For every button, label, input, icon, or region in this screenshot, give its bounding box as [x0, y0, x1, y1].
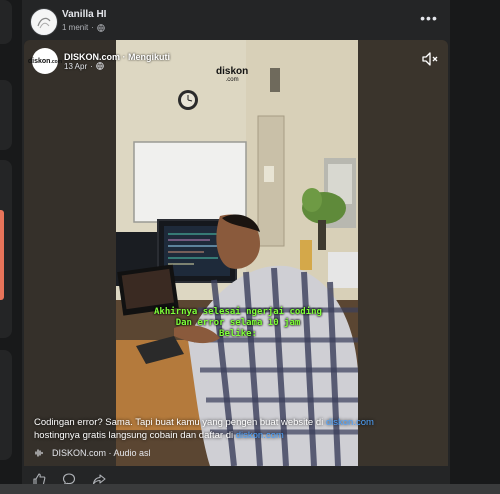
page-name[interactable]: DISKON.com · Mengikuti	[64, 52, 170, 62]
post-time[interactable]: 1 menit	[62, 23, 88, 32]
rail-card[interactable]	[0, 350, 12, 460]
diskon-link[interactable]: diskon.com	[236, 430, 284, 441]
rail-accent	[0, 210, 4, 300]
rail-card[interactable]	[0, 0, 12, 44]
more-options-button[interactable]: •••	[418, 10, 440, 26]
author-name[interactable]: Vanilla HI	[62, 9, 106, 20]
audio-wave-icon	[35, 449, 43, 457]
globe-icon	[97, 23, 105, 32]
post-card: Vanilla HI 1 menit · ••• diskon.com DISK…	[22, 0, 450, 494]
post-meta: 1 menit ·	[62, 23, 105, 32]
left-rail	[0, 0, 12, 494]
reel-header-text: DISKON.com · Mengikuti 13 Apr ·	[64, 52, 170, 71]
meta-separator: ·	[91, 23, 94, 32]
caption-line: Dan error selama 10 jam	[175, 318, 301, 328]
audio-text: DISKON.com · Audio asl	[52, 448, 151, 458]
reel-video[interactable]: diskon.com DISKON.com · Mengikuti 13 Apr…	[24, 40, 448, 466]
caption-line: Belike:	[219, 329, 257, 339]
page-logo-text: diskon.com	[27, 57, 63, 65]
more-icon: •••	[420, 10, 438, 26]
reel-meta: 13 Apr ·	[64, 62, 170, 71]
page-logo[interactable]: diskon.com	[28, 48, 62, 74]
description-text: Codingan error? Sama. Tapi buat kamu yan…	[34, 417, 326, 428]
description-text: hostingnya gratis langsung cobain dan da…	[34, 430, 236, 441]
audio-attribution[interactable]: DISKON.com · Audio asl	[34, 448, 151, 458]
caption-line: Akhirnya selesai ngerjai coding	[154, 307, 322, 317]
bottom-bar	[0, 484, 500, 494]
reel-description: Codingan error? Sama. Tapi buat kamu yan…	[34, 416, 434, 442]
rail-card[interactable]	[0, 80, 12, 150]
reel-meta-separator: ·	[90, 61, 93, 71]
reel-header: diskon.com DISKON.com · Mengikuti 13 Apr…	[28, 48, 170, 74]
diskon-link[interactable]: diskon.com	[326, 417, 374, 428]
watermark-logo: diskon .com	[216, 66, 249, 84]
video-frame	[24, 40, 448, 466]
reel-date[interactable]: 13 Apr	[64, 62, 87, 71]
video-caption: Akhirnya selesai ngerjai coding Dan erro…	[122, 307, 354, 340]
globe-icon	[96, 62, 104, 70]
mute-icon[interactable]	[422, 52, 438, 66]
avatar[interactable]	[30, 8, 58, 36]
